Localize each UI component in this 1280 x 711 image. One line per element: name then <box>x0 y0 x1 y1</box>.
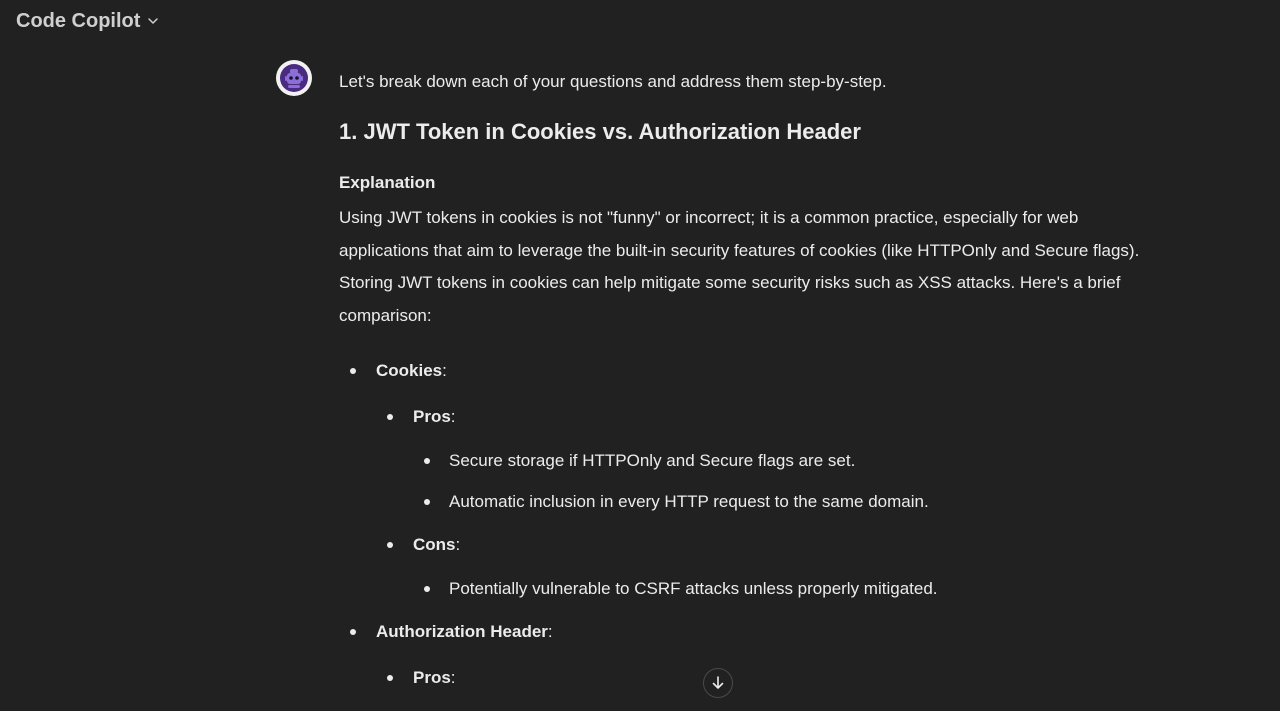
list-item: Automatic inclusion in every HTTP reques… <box>339 481 1159 522</box>
list-item-cons: Cons: Potentially vulnerable to CSRF att… <box>339 522 1159 609</box>
chevron-down-icon <box>148 18 159 24</box>
list-item: Secure storage if HTTPOnly and Secure fl… <box>339 440 1159 481</box>
scroll-to-bottom-button[interactable] <box>703 668 733 698</box>
list-item-pros: Pros: <box>339 655 1159 701</box>
bullet <box>424 458 430 464</box>
list-item-authorization-header: Authorization Header: Pros: <box>339 609 1159 701</box>
arrow-down-icon <box>712 676 724 689</box>
bullet <box>387 675 393 681</box>
robot-icon <box>280 64 308 92</box>
subsection-title: Explanation <box>339 173 436 192</box>
list-item-label: Pros <box>413 668 451 687</box>
list-item-suffix: : <box>455 535 461 554</box>
list-item-suffix: : <box>450 668 456 687</box>
bullet <box>387 414 393 420</box>
top-bar: Code Copilot <box>0 0 1280 44</box>
bullet <box>350 368 356 374</box>
section-title: 1. JWT Token in Cookies vs. Authorizatio… <box>339 119 861 144</box>
model-name: Code Copilot <box>16 9 141 32</box>
list-item-cookies: Cookies: Pros: Secure storage if HTTPOnl… <box>339 348 1159 609</box>
list-item-suffix: : <box>450 407 456 426</box>
list-item-label: Authorization Header <box>376 622 548 641</box>
assistant-avatar <box>276 60 312 96</box>
bullet <box>424 586 430 592</box>
list-item-label: Pros <box>413 407 451 426</box>
comparison-list: Cookies: Pros: Secure storage if HTTPOnl… <box>339 348 1159 701</box>
bullet <box>350 629 356 635</box>
model-selector-button[interactable]: Code Copilot <box>10 6 166 36</box>
list-item: Potentially vulnerable to CSRF attacks u… <box>339 568 1159 609</box>
message-intro: Let's break down each of your questions … <box>339 72 887 91</box>
bullet <box>387 542 393 548</box>
list-item-text: Automatic inclusion in every HTTP reques… <box>449 492 929 511</box>
list-item-text: Potentially vulnerable to CSRF attacks u… <box>449 579 938 598</box>
list-item-label: Cons <box>413 535 456 554</box>
list-item-pros: Pros: Secure storage if HTTPOnly and Sec… <box>339 394 1159 522</box>
assistant-message: Let's break down each of your questions … <box>339 64 1159 701</box>
list-item-suffix: : <box>547 622 553 641</box>
bullet <box>424 499 430 505</box>
explanation-paragraph: Using JWT tokens in cookies is not "funn… <box>339 208 1140 325</box>
list-item-suffix: : <box>442 361 447 380</box>
list-item-text: Secure storage if HTTPOnly and Secure fl… <box>449 451 856 470</box>
list-item-label: Cookies <box>376 361 443 380</box>
